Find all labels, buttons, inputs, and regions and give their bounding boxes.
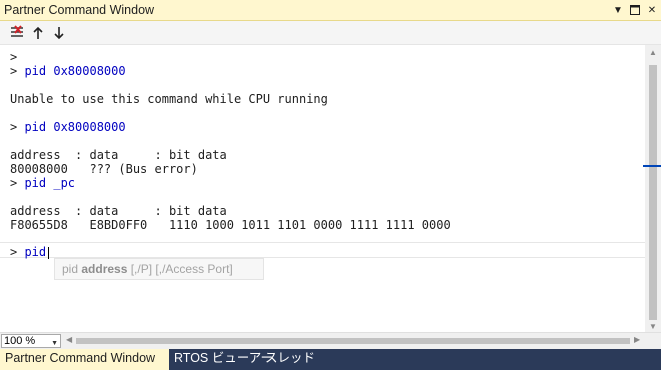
maximize-icon[interactable]: [628, 2, 642, 18]
console-output[interactable]: > > pid 0x80008000 Unable to use this comm…: [0, 45, 645, 332]
close-icon[interactable]: ✕: [645, 2, 659, 18]
tab-partner-command-window[interactable]: Partner Command Window: [0, 349, 169, 370]
console-line: > pid 0x80008000: [10, 64, 126, 78]
dropdown-icon[interactable]: ▼: [611, 2, 625, 18]
current-input-row: [0, 242, 645, 258]
tab-threads[interactable]: スレッド: [260, 349, 320, 370]
console-line: > pid: [10, 245, 50, 259]
console-line: F80655D8 E8BD0FF0 1110 1000 1011 1101 00…: [10, 218, 451, 232]
scroll-up-icon[interactable]: ▲: [649, 48, 657, 57]
tab-bar: Partner Command Window RTOS ビューアー スレッド: [0, 349, 661, 370]
command-hint-tooltip: pid address [,/P] [,/Access Port]: [54, 258, 264, 280]
arrow-up-icon[interactable]: [29, 24, 47, 42]
console-line: > pid _pc: [10, 176, 76, 190]
console-line: Unable to use this command while CPU run…: [10, 92, 328, 106]
console-line: > pid 0x80008000: [10, 120, 126, 134]
status-bar: 100 % ▼ ◀ ▶: [0, 332, 661, 349]
clear-list-icon[interactable]: [8, 24, 26, 42]
vertical-scrollbar[interactable]: ▲ ▼: [645, 45, 661, 332]
console-line: address : data : bit data: [10, 148, 227, 162]
scroll-down-icon[interactable]: ▼: [649, 322, 657, 331]
text-caret: [48, 246, 50, 259]
arrow-down-icon[interactable]: [50, 24, 68, 42]
scroll-thumb[interactable]: [649, 65, 657, 320]
console-line: address : data : bit data: [10, 204, 227, 218]
horizontal-scroll-thumb[interactable]: [76, 338, 630, 344]
title-bar: Partner Command Window ▼ ✕: [0, 0, 661, 21]
scroll-left-icon[interactable]: ◀: [66, 335, 72, 344]
zoom-select[interactable]: 100 % ▼: [1, 334, 61, 348]
window-title: Partner Command Window: [4, 3, 155, 17]
console-line: 80008000 ??? (Bus error): [10, 162, 198, 176]
scroll-right-icon[interactable]: ▶: [634, 335, 640, 344]
toolbar: [0, 21, 661, 45]
console-line: >: [10, 50, 18, 64]
horizontal-scrollbar[interactable]: ◀ ▶: [64, 335, 646, 347]
scroll-marker: [643, 165, 661, 167]
